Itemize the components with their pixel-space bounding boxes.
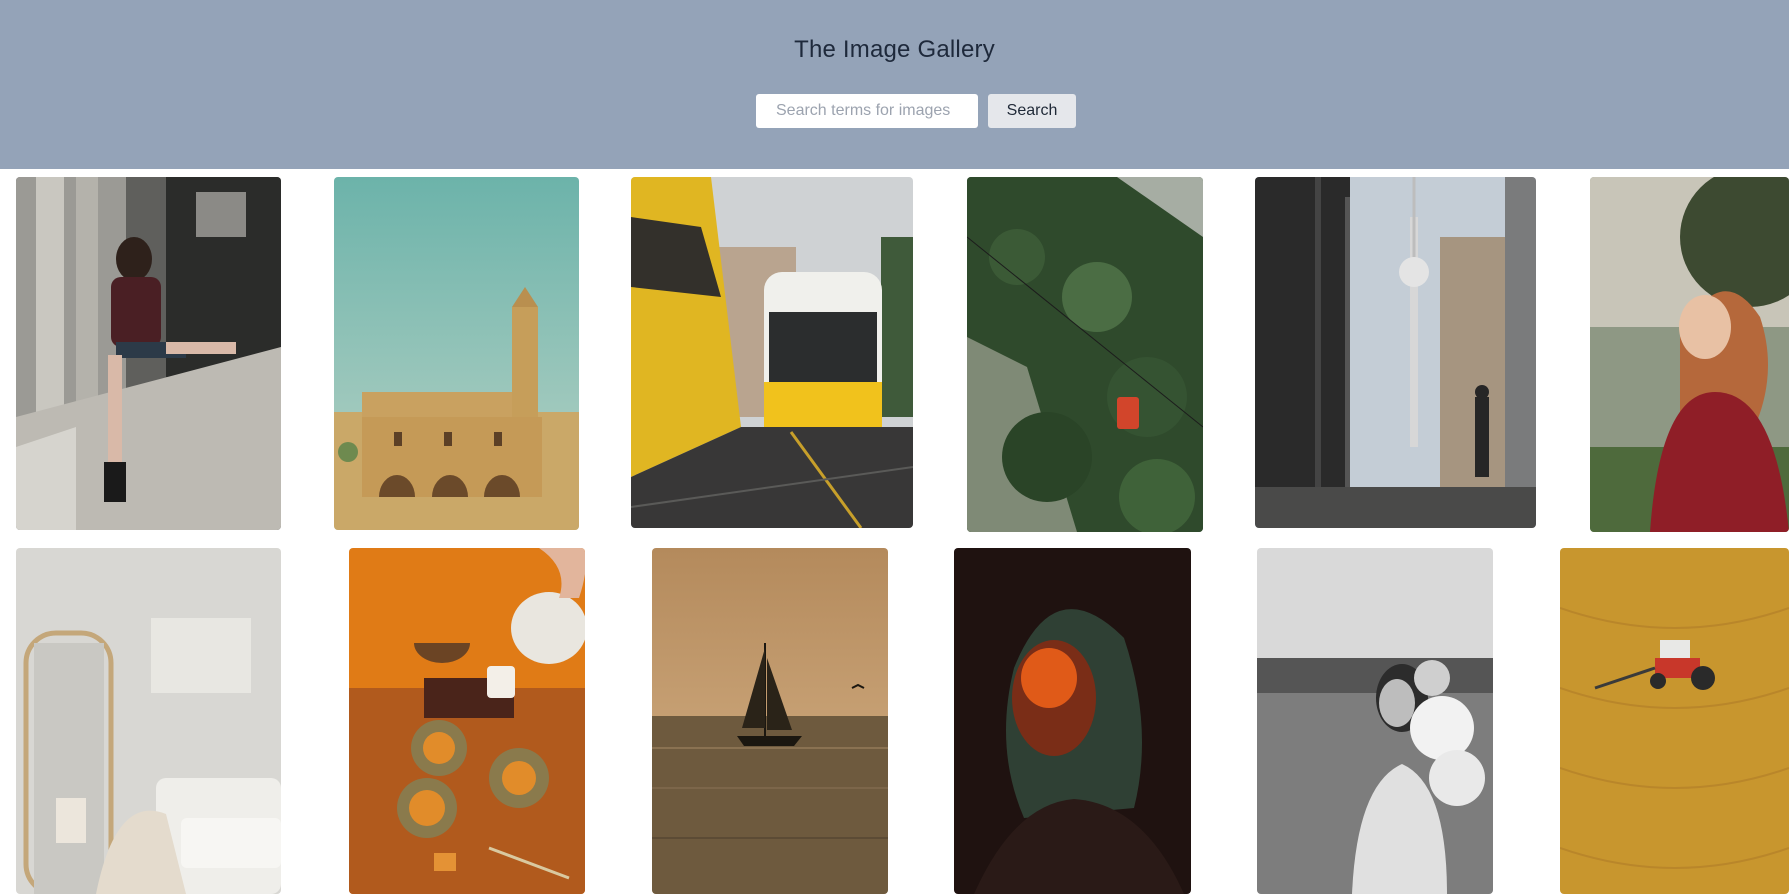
gallery-image-white-room[interactable] <box>16 548 281 894</box>
gallery-image-tea-mooncakes[interactable] <box>349 548 585 894</box>
gallery-image-tv-tower[interactable] <box>1255 177 1536 528</box>
gallery-header: The Image Gallery Search <box>0 0 1789 169</box>
gallery-image-woman-sitting[interactable] <box>16 177 281 530</box>
gallery-image-woman-flowers-bw[interactable] <box>1257 548 1493 894</box>
gallery-image-cable-car[interactable] <box>967 177 1203 532</box>
search-input[interactable] <box>756 94 978 128</box>
gallery-image-yellow-tram[interactable] <box>631 177 913 528</box>
gallery-image-woman-orange-light[interactable] <box>954 548 1191 894</box>
gallery-image-sailboat[interactable] <box>652 548 888 894</box>
gallery-image-woman-red-coat[interactable] <box>1590 177 1789 532</box>
search-button[interactable]: Search <box>988 94 1076 128</box>
gallery-image-church[interactable] <box>334 177 579 530</box>
page-title: The Image Gallery <box>794 36 995 63</box>
gallery-image-tractor-field[interactable] <box>1560 548 1789 894</box>
